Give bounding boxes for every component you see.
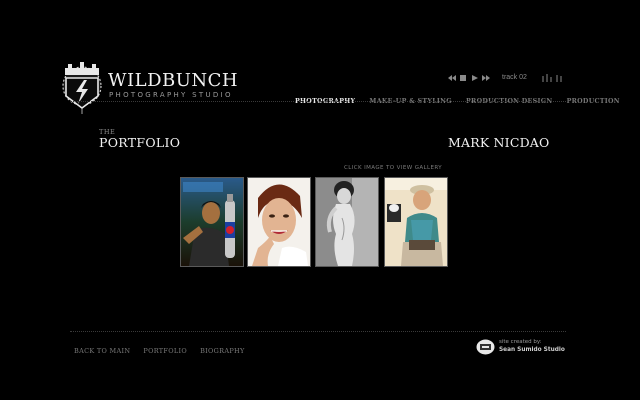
credit-label: site created by: [499, 339, 542, 345]
brand-title: WILDBUNCH [108, 70, 239, 91]
biography-link[interactable]: BIOGRAPHY [200, 347, 245, 355]
footer-nav: BACK TO MAIN PORTFOLIO BIOGRAPHY [74, 338, 253, 357]
thumbnail-image [181, 178, 243, 266]
track-label: track 02 [502, 74, 527, 81]
equalizer-icon[interactable] [542, 74, 564, 82]
photographer-name: MARK NICDAO [448, 135, 550, 150]
credit-studio-name: Sean Sumido Studio [499, 347, 565, 353]
gallery-thumbnail-1[interactable] [180, 177, 244, 267]
main-nav: PHOTOGRAPHY MAKE-UP & STYLING PRODUCTION… [295, 88, 620, 105]
gallery-thumbnail-4[interactable] [384, 177, 448, 267]
music-player: track 02 [448, 72, 566, 84]
page-title: PORTFOLIO [99, 135, 181, 150]
back-to-main-link[interactable]: BACK TO MAIN [74, 347, 130, 355]
play-icon[interactable] [472, 75, 478, 81]
forward-icon[interactable] [482, 75, 490, 81]
portfolio-link[interactable]: PORTFOLIO [143, 347, 187, 355]
gallery-thumbnail-2[interactable] [247, 177, 311, 267]
studio-logo-icon [476, 339, 495, 355]
brand-logo[interactable]: WILDBUNCH PHOTOGRAPHY STUDIO [60, 58, 239, 118]
site-credit[interactable]: site created by: Sean Sumido Studio [476, 339, 568, 359]
thumbnail-image [316, 178, 378, 266]
lightning-bolt-icon [62, 62, 102, 114]
thumbnail-image [385, 178, 447, 266]
gallery-thumbnail-3[interactable] [315, 177, 379, 267]
brand-subtitle: PHOTOGRAPHY STUDIO [109, 91, 233, 99]
bottom-divider [70, 331, 566, 332]
nav-item-production[interactable]: PRODUCTION [567, 98, 620, 105]
rewind-icon[interactable] [448, 75, 456, 81]
top-divider [70, 101, 566, 102]
gallery-hint: CLICK IMAGE TO VIEW GALLERY [344, 165, 442, 171]
thumbnail-image [248, 178, 310, 266]
stop-icon[interactable] [460, 75, 466, 81]
